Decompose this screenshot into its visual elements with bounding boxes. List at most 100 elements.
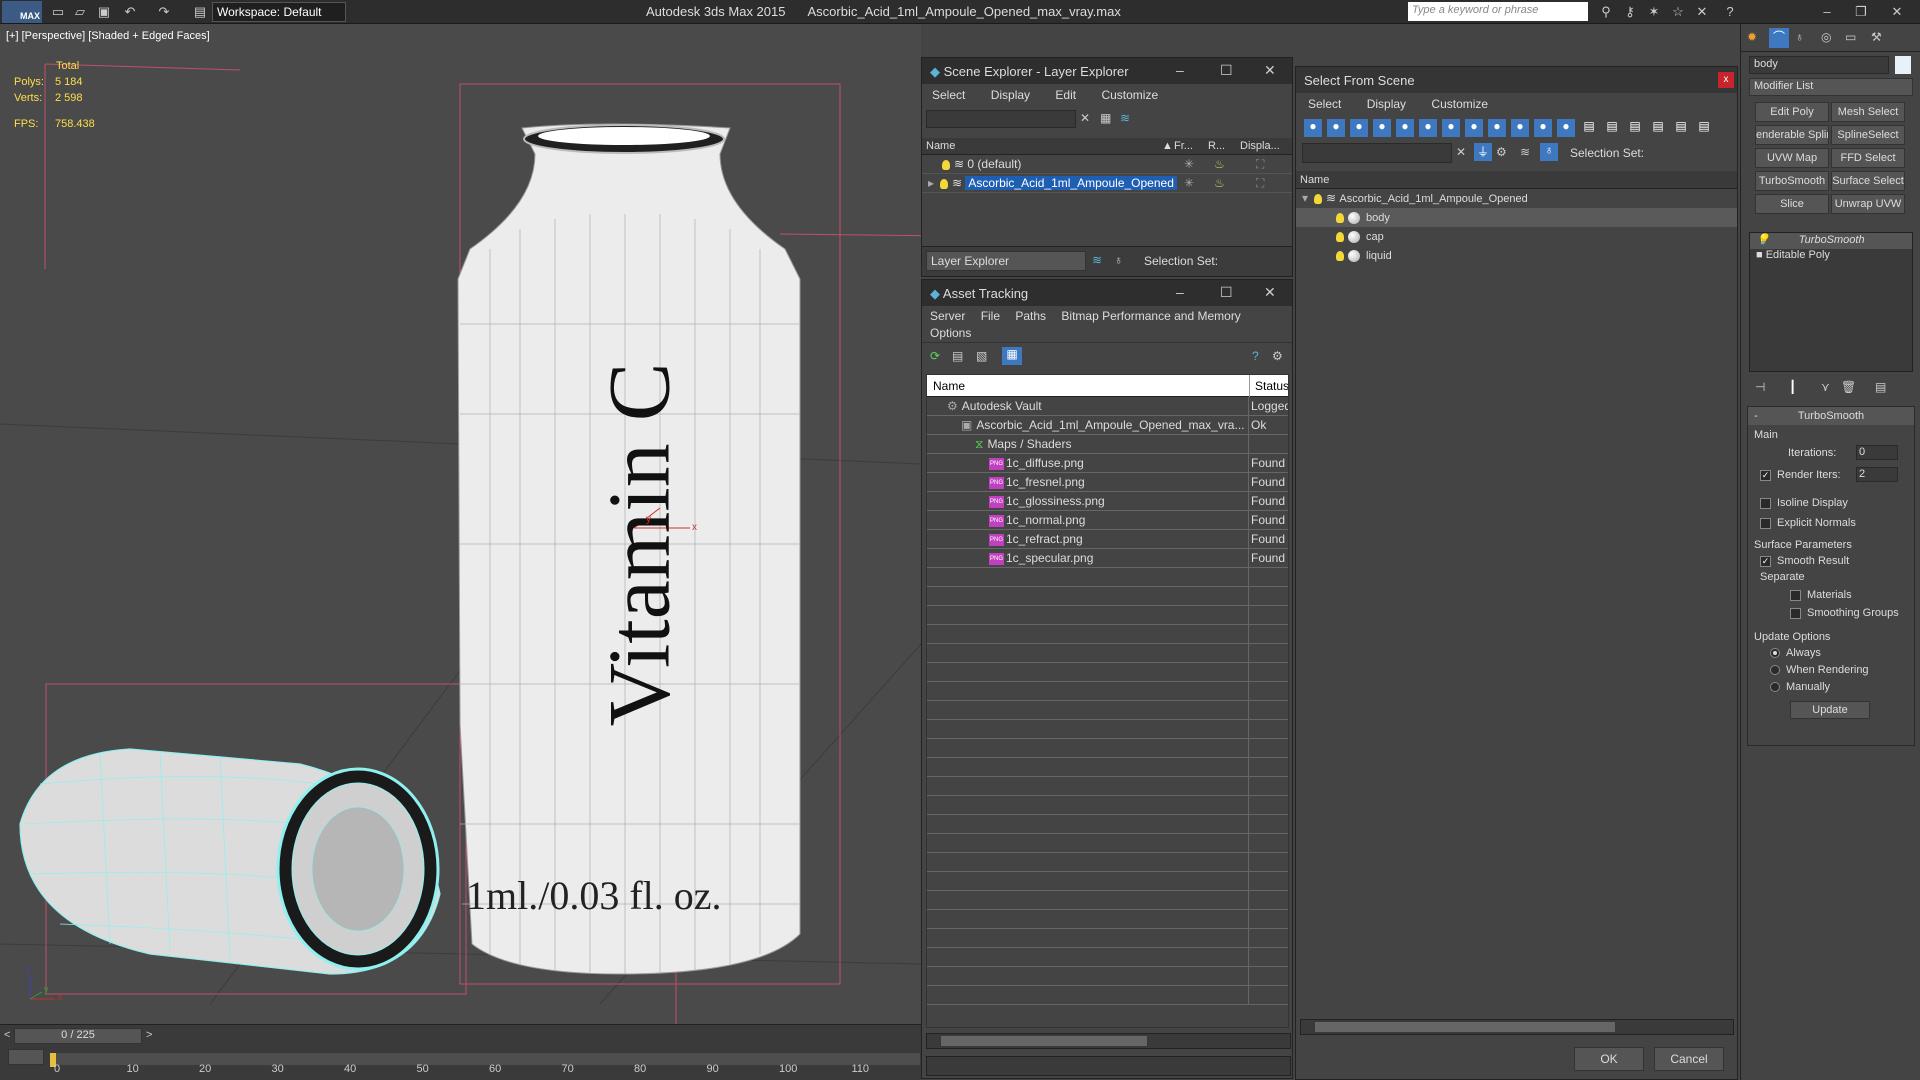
create-tab-icon[interactable]: ✹ [1747,30,1757,44]
scene-object-row[interactable]: body [1296,208,1737,227]
help-icon[interactable]: ? [1252,349,1259,363]
ok-button[interactable]: OK [1574,1047,1644,1071]
asset-row[interactable]: PNG 1c_refract.png Found [927,530,1288,549]
configure-sets-icon[interactable]: ▤ [1875,380,1886,394]
modifier-button[interactable]: FFD Select [1831,148,1905,168]
menu-paths[interactable]: Paths [1015,309,1046,323]
timeline-prev-button[interactable]: < [4,1029,10,1041]
render-iters-spinner[interactable]: 2 [1856,467,1898,482]
modifier-button[interactable]: Surface Select [1831,171,1905,191]
mini-curve-editor-button[interactable] [8,1049,44,1065]
workspace-dropdown[interactable]: Workspace: Default [212,2,346,22]
layer-row-selected[interactable]: ▸ ≋ Ascorbic_Acid_1ml_Ampoule_Opened ✳ ♨ ⛶ [922,174,1292,193]
menu-bitmap[interactable]: Bitmap Performance and Memory [1061,309,1240,323]
modify-tab-icon[interactable]: ⌒ [1769,28,1789,48]
scene-object-row[interactable]: cap [1296,227,1737,246]
display-box-icon[interactable]: ⛶ [1256,174,1264,192]
scene-root-row[interactable]: ▾ ≋ Ascorbic_Acid_1ml_Ampoule_Opened [1296,189,1737,208]
object-color-swatch[interactable] [1895,56,1911,74]
light-bulb-icon[interactable] [1336,212,1344,223]
star-icon[interactable]: ☆ [1670,4,1686,20]
key-icon[interactable]: ⚷ [1622,4,1638,20]
app-logo[interactable]: MAX [2,1,42,23]
explicit-normals-checkbox[interactable] [1760,517,1771,529]
timeline[interactable]: < 0 / 225 > 010203040506070809010011012 [0,1024,936,1080]
layer-add-icon[interactable]: ≋ [1120,111,1130,125]
modifier-button[interactable]: SplineSelect [1831,125,1905,145]
modifier-button[interactable]: Unwrap UVW [1831,194,1905,214]
minimize-icon[interactable]: – [1176,284,1184,300]
minimize-icon[interactable]: – [1176,62,1184,78]
undo-icon[interactable]: ↶ [122,4,138,20]
clear-search-icon[interactable]: ✕ [1080,111,1090,125]
stack-item-editable-poly[interactable]: ■ Editable Poly [1750,249,1912,265]
viewport-label[interactable]: [+] [Perspective] [Shaded + Edged Faces] [6,30,210,42]
list-icon[interactable]: ▤ [952,349,963,363]
light-bulb-icon[interactable] [1336,250,1344,261]
menu-select[interactable]: Select [932,88,965,102]
modifier-button[interactable]: Mesh Select [1831,102,1905,122]
help-icon[interactable]: ? [1722,4,1738,20]
render-teapot-icon[interactable]: ♨ [1214,174,1225,192]
col-status[interactable]: Status [1255,379,1288,393]
layout-extra-filter-icon[interactable]: ▤ [1695,119,1713,137]
asset-row[interactable]: ▣ Ascorbic_Acid_1ml_Ampoule_Opened_max_vr… [927,416,1288,435]
project-icon[interactable]: ▤ [192,4,208,20]
smooth-result-checkbox[interactable]: ✓ [1760,555,1771,567]
select-from-scene-titlebar[interactable]: Select From Scene x [1296,67,1737,93]
modifier-stack[interactable]: 💡 TurboSmooth ■ Editable Poly [1749,232,1913,372]
filter-active-icon[interactable]: ⏚ [1474,143,1492,161]
maximize-icon[interactable]: ☐ [1220,62,1233,79]
asset-row[interactable]: ⧖ Maps / Shaders [927,435,1288,454]
menu-select[interactable]: Select [1308,97,1341,111]
light-bulb-icon[interactable] [1314,193,1323,204]
subscription-icon[interactable]: ✶ [1646,4,1662,20]
new-file-icon[interactable]: ▭ [50,4,66,20]
menu-file[interactable]: File [981,309,1000,323]
asset-row[interactable]: PNG 1c_normal.png Found [927,511,1288,530]
collapse-arrow-icon[interactable]: ▾ [1302,191,1308,205]
find-input[interactable] [926,110,1076,128]
minimize-icon[interactable]: – [1812,4,1842,20]
helpers-filter-icon[interactable]: ● [1396,119,1414,137]
settings-icon[interactable]: ⚙ [1272,349,1283,363]
always-radio[interactable] [1770,648,1780,659]
clear-search-icon[interactable]: ✕ [1456,145,1466,159]
shapes-filter-icon[interactable]: ● [1327,119,1345,137]
sort-extra-filter-icon[interactable]: ▤ [1672,119,1690,137]
materials-checkbox[interactable] [1790,589,1801,601]
light-bulb-icon[interactable] [940,178,949,189]
menu-display[interactable]: Display [1367,97,1406,111]
col-name[interactable]: Name [926,140,955,152]
col-display[interactable]: Displa... [1240,140,1280,152]
menu-server[interactable]: Server [930,309,965,323]
layer-icon[interactable]: ≋ [1520,145,1530,159]
light-bulb-icon[interactable] [942,159,950,170]
containers-filter-icon[interactable]: ● [1511,119,1529,137]
asset-tracking-window[interactable]: ◆ Asset Tracking – ☐ ✕ Server File Paths… [921,279,1293,1079]
make-unique-icon[interactable]: ⋎ [1821,380,1830,394]
menu-options[interactable]: Options [930,326,971,340]
scrollbar-thumb[interactable] [1315,1022,1615,1032]
restore-icon[interactable]: ❐ [1846,4,1876,20]
save-icon[interactable]: ▣ [96,4,112,20]
invert-filter-icon[interactable]: ▤ [1626,119,1644,137]
display-tab-icon[interactable]: ▭ [1845,30,1856,44]
utilities-tab-icon[interactable]: ⚒ [1871,30,1882,44]
light-bulb-icon[interactable]: 💡 [1756,234,1773,246]
scene-explorer-window[interactable]: ◆ Scene Explorer - Layer Explorer – ☐ ✕ … [921,57,1293,277]
render-iters-checkbox[interactable]: ✓ [1760,469,1771,481]
asset-hscrollbar[interactable] [926,1033,1291,1049]
menu-display[interactable]: Display [991,88,1030,102]
frozen-filter-icon[interactable]: ● [1534,119,1552,137]
hierarchy-icon[interactable]: ♁ [1540,143,1558,161]
asset-row[interactable]: ⚙ Autodesk Vault Logged [927,397,1288,416]
explorer-type-dropdown[interactable]: Layer Explorer [926,251,1086,271]
timeline-next-button[interactable]: > [146,1029,152,1041]
object-name-input[interactable]: body [1749,56,1889,74]
x-icon[interactable]: ✕ [1694,4,1710,20]
menu-customize[interactable]: Customize [1431,97,1488,111]
close-icon[interactable]: ✕ [1882,4,1912,20]
hierarchy-icon[interactable]: ♁ [1114,253,1123,267]
iterations-spinner[interactable]: 0 [1856,445,1898,460]
